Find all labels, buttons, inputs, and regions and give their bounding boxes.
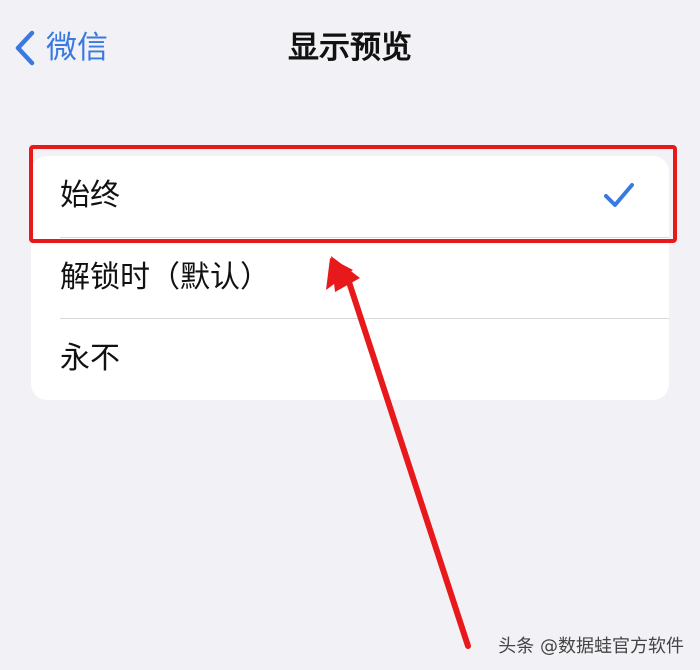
- annotation-arrow: [326, 256, 471, 649]
- watermark: 头条 @数据蛙官方软件: [498, 636, 684, 657]
